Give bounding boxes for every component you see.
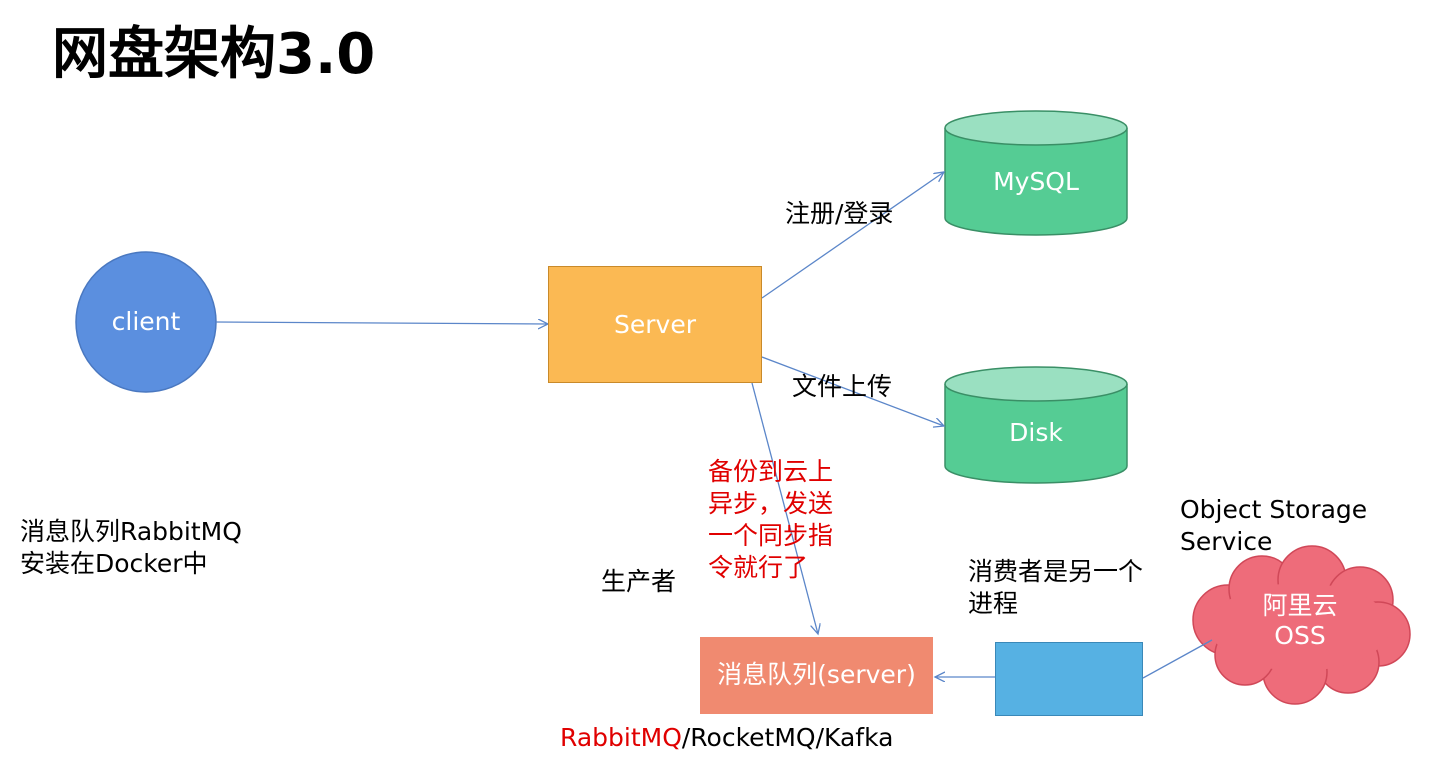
- rabbitmq-note-line: 消息队列RabbitMQ: [20, 517, 242, 546]
- consumer-note-line: 消费者是另一个: [968, 557, 1144, 586]
- server-label: Server: [614, 310, 696, 339]
- link-consumer-to-oss: [1142, 639, 1213, 679]
- oss-label-line2: OSS: [1274, 621, 1326, 650]
- backup-note: 备份到云上 异步，发送 一个同步指 令就行了: [708, 456, 833, 584]
- mq-option-others: /RocketMQ/Kafka: [681, 723, 894, 752]
- queue-label: 消息队列(server): [717, 660, 916, 689]
- object-storage-label: Object Storage Service: [1180, 494, 1367, 558]
- mq-options-label: RabbitMQ/RocketMQ/Kafka: [560, 722, 893, 754]
- client-label: client: [111, 307, 181, 336]
- rabbitmq-note-line: 安装在Docker中: [20, 549, 208, 578]
- disk-label: Disk: [1009, 418, 1063, 447]
- backup-note-line: 令就行了: [708, 553, 809, 582]
- oss-label: 阿里云 OSS: [1210, 591, 1390, 651]
- file-upload-label: 文件上传: [792, 372, 893, 401]
- oss-label-line1: 阿里云: [1262, 591, 1338, 620]
- register-login-label: 注册/登录: [785, 199, 894, 228]
- arrow-client-to-server: [215, 322, 548, 324]
- arrow-server-to-mysql: [761, 172, 944, 299]
- backup-note-line: 备份到云上: [708, 457, 834, 486]
- object-storage-line: Service: [1180, 527, 1273, 556]
- rabbitmq-note: 消息队列RabbitMQ 安装在Docker中: [20, 516, 242, 580]
- consumer-note-line: 进程: [968, 589, 1019, 618]
- consumer-node: [995, 642, 1143, 716]
- producer-label: 生产者: [601, 567, 677, 596]
- object-storage-line: Object Storage: [1180, 495, 1368, 524]
- consumer-note: 消费者是另一个 进程: [968, 556, 1143, 620]
- backup-note-line: 一个同步指: [708, 521, 834, 550]
- backup-note-line: 异步，发送: [708, 489, 834, 518]
- mq-option-rabbitmq: RabbitMQ: [560, 723, 682, 752]
- mysql-label: MySQL: [993, 167, 1079, 196]
